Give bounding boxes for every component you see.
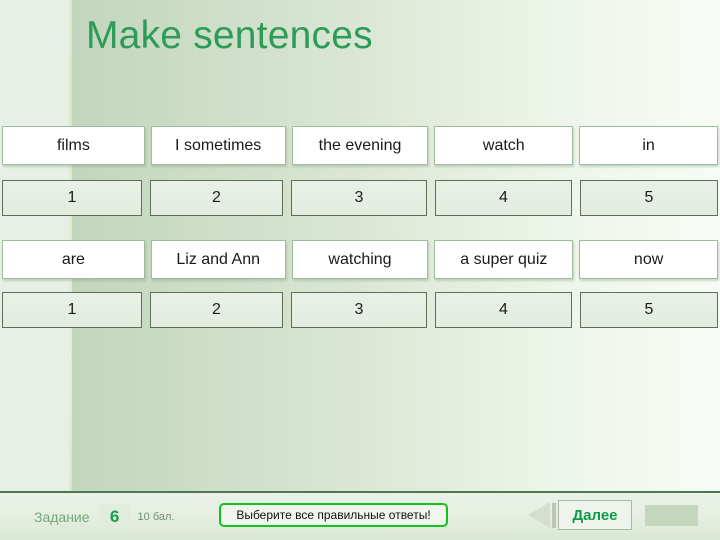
task-number-badge: 6 <box>99 503 130 530</box>
word-tile[interactable]: films <box>2 126 145 165</box>
triangle-left-icon <box>528 502 550 528</box>
number-slot[interactable]: 5 <box>580 292 718 328</box>
slide-canvas: Make sentences films I sometimes the eve… <box>0 0 720 540</box>
back-button-bar <box>552 503 556 528</box>
number-row-2: 1 2 3 4 5 <box>2 292 718 328</box>
word-row-2: are Liz and Ann watching a super quiz no… <box>2 240 718 279</box>
word-tile[interactable]: watch <box>434 126 574 165</box>
number-slot[interactable]: 4 <box>435 180 572 216</box>
progress-bar <box>645 505 698 526</box>
task-label: Задание <box>34 508 90 525</box>
number-slot[interactable]: 3 <box>291 292 427 328</box>
word-row-1: films I sometimes the evening watch in <box>2 126 718 165</box>
number-slot[interactable]: 1 <box>2 292 142 328</box>
number-slot[interactable]: 2 <box>150 292 283 328</box>
number-row-1: 1 2 3 4 5 <box>2 180 718 216</box>
word-tile[interactable]: watching <box>291 240 429 279</box>
word-tile[interactable]: are <box>2 240 145 279</box>
word-tile[interactable]: a super quiz <box>434 240 574 279</box>
word-tile[interactable]: I sometimes <box>150 126 286 165</box>
number-slot[interactable]: 1 <box>2 180 142 216</box>
word-tile[interactable]: now <box>579 240 718 279</box>
word-tile[interactable]: Liz and Ann <box>150 240 286 279</box>
number-slot[interactable]: 2 <box>150 180 283 216</box>
page-title: Make sentences <box>86 14 373 57</box>
points-label: 10 бал. <box>137 510 175 523</box>
number-slot[interactable]: 5 <box>580 180 718 216</box>
number-slot[interactable]: 3 <box>291 180 427 216</box>
next-button[interactable]: Далее <box>558 500 632 530</box>
word-tile[interactable]: in <box>579 126 718 165</box>
word-tile[interactable]: the evening <box>291 126 429 165</box>
prompt-message: Выберите все правильные ответы! <box>219 503 448 527</box>
back-button[interactable] <box>528 499 562 531</box>
number-slot[interactable]: 4 <box>435 292 572 328</box>
